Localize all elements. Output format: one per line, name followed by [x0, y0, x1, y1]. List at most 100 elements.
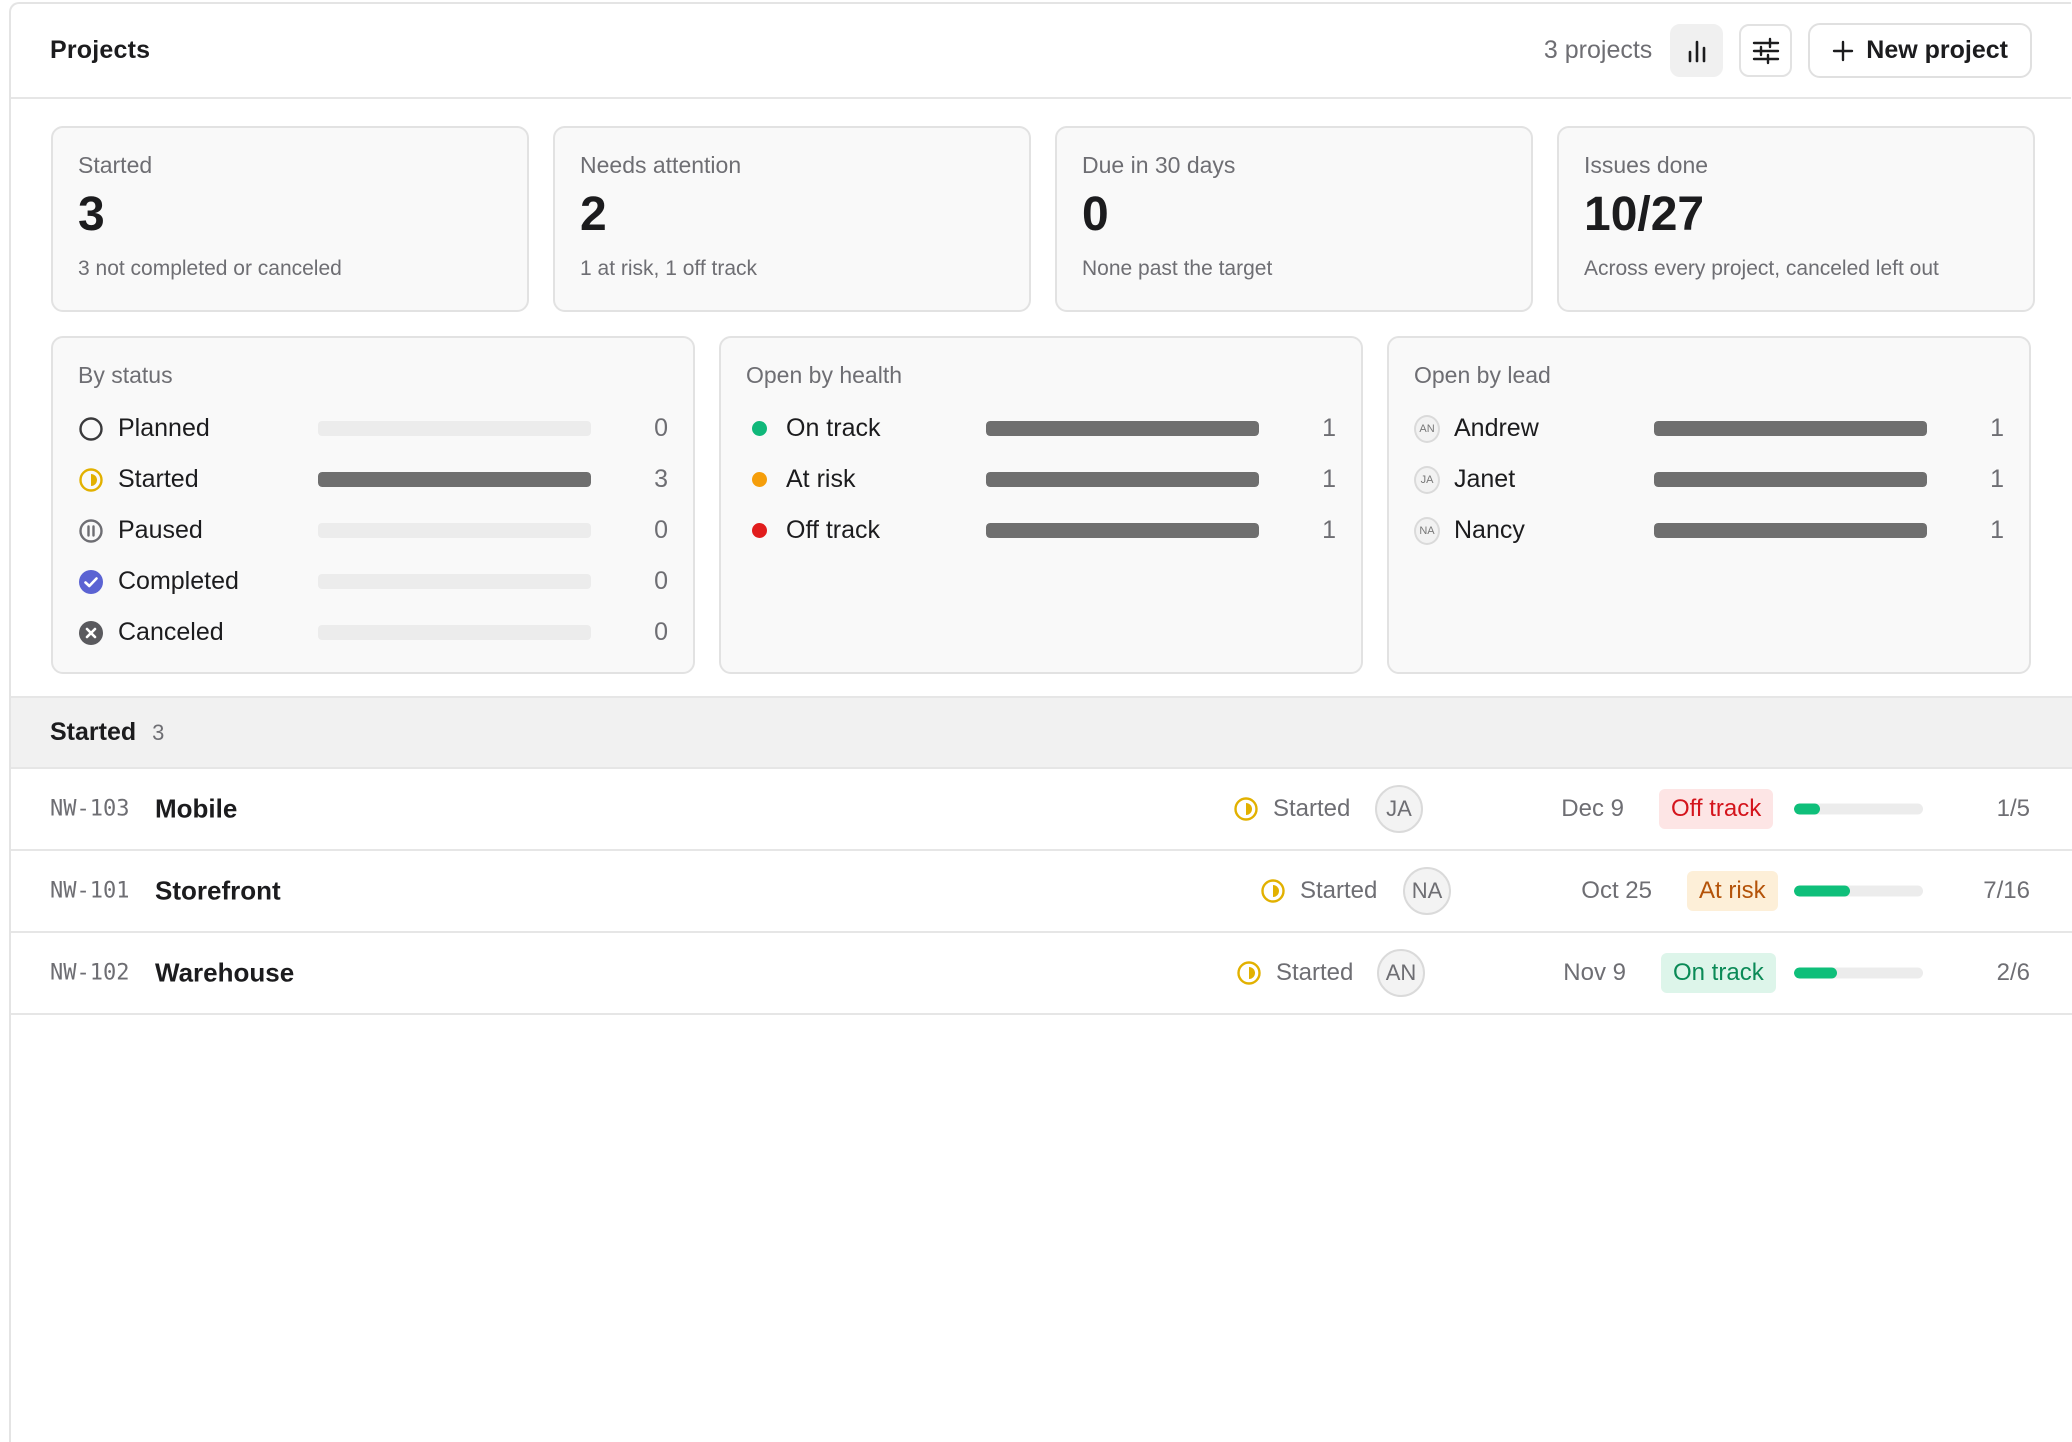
project-lead-avatar[interactable]: JA	[1375, 785, 1423, 833]
status-row-started: Started 3	[78, 454, 668, 505]
stat-card-started: Started 3 3 not completed or canceled	[51, 126, 529, 312]
lead-count: 1	[1990, 414, 2004, 442]
planned-icon	[78, 416, 104, 442]
project-name: Storefront	[155, 875, 281, 906]
lead-bar	[1654, 421, 1927, 436]
panel-label: By status	[78, 362, 173, 388]
status-name: Planned	[118, 414, 210, 442]
project-health-badge[interactable]: Off track	[1659, 789, 1774, 829]
health-name: Off track	[786, 516, 881, 544]
status-count: 0	[654, 567, 668, 595]
lead-name: Nancy	[1454, 516, 1525, 544]
project-status[interactable]: Started	[1233, 795, 1350, 823]
project-row[interactable]: NW-103 Mobile Started JA Dec 9 Off track…	[11, 769, 2072, 851]
project-list: NW-103 Mobile Started JA Dec 9 Off track…	[11, 769, 2072, 1015]
stat-cards: Started 3 3 not completed or canceled Ne…	[51, 126, 2035, 312]
by-lead-panel: Open by lead AN Andrew 1 JA Janet 1 NA N…	[1387, 336, 2031, 674]
status-row-canceled: Canceled 0	[78, 607, 668, 658]
project-status-label: Started	[1300, 877, 1378, 904]
stat-value: 3	[78, 188, 105, 241]
project-issues-done: 2/6	[1996, 959, 2030, 986]
health-row-at-risk: At risk 1	[746, 454, 1336, 505]
stat-label: Started	[78, 152, 153, 178]
by-status-panel: By status Planned 0 Started 3 Paused 0 C…	[51, 336, 695, 674]
status-row-completed: Completed 0	[78, 556, 668, 607]
project-status[interactable]: Started	[1260, 877, 1377, 905]
status-count: 0	[654, 414, 668, 442]
lead-avatar: JA	[1414, 465, 1440, 494]
new-project-label: New project	[1866, 36, 2008, 64]
project-id: NW-103	[50, 796, 130, 822]
lead-row-janet: JA Janet 1	[1414, 454, 2004, 505]
project-status[interactable]: Started	[1236, 959, 1353, 987]
project-issues-done: 7/16	[1983, 877, 2030, 904]
lead-name: Janet	[1454, 465, 1516, 493]
project-lead-avatar[interactable]: NA	[1403, 867, 1451, 915]
started-icon	[1261, 879, 1285, 903]
health-dot-icon	[746, 416, 772, 442]
health-count: 1	[1322, 465, 1336, 493]
health-count: 1	[1322, 414, 1336, 442]
insights-toggle-button[interactable]	[1670, 24, 1724, 77]
project-id: NW-101	[50, 878, 130, 904]
stat-value: 10/27	[1584, 188, 1705, 241]
project-progress-bar	[1794, 967, 1923, 979]
started-icon	[1237, 961, 1261, 985]
group-name: Started	[50, 718, 137, 746]
project-health-badge[interactable]: At risk	[1687, 871, 1778, 911]
health-bar	[986, 472, 1259, 487]
project-progress-bar	[1794, 885, 1923, 897]
stat-label: Due in 30 days	[1082, 152, 1236, 178]
health-name: On track	[786, 414, 881, 442]
canceled-icon	[78, 620, 104, 646]
health-name: At risk	[786, 465, 856, 493]
status-bar	[318, 472, 591, 487]
lead-avatar: NA	[1414, 516, 1440, 545]
status-name: Started	[118, 465, 199, 493]
lead-count: 1	[1990, 516, 2004, 544]
stat-card-needs-attention: Needs attention 2 1 at risk, 1 off track	[553, 126, 1031, 312]
bar-chart-icon	[1688, 40, 1706, 62]
project-progress-bar	[1794, 803, 1923, 815]
project-lead-avatar[interactable]: AN	[1377, 949, 1425, 997]
project-row[interactable]: NW-102 Warehouse Started AN Nov 9 On tra…	[11, 933, 2072, 1015]
lead-name: Andrew	[1454, 414, 1539, 442]
stat-card-due-30-days: Due in 30 days 0 None past the target	[1055, 126, 1533, 312]
health-dot-icon	[746, 467, 772, 493]
health-dot-icon	[746, 518, 772, 544]
header: Projects 3 projects New project	[11, 4, 2071, 99]
by-health-panel: Open by health On track 1 At risk 1 Off …	[719, 336, 1363, 674]
lead-row-andrew: AN Andrew 1	[1414, 403, 2004, 454]
status-bar	[318, 625, 591, 640]
project-target-date[interactable]: Nov 9	[1563, 959, 1626, 987]
paused-icon	[78, 518, 104, 544]
stat-subtext: Across every project, canceled left out	[1584, 256, 1939, 280]
project-count: 3 projects	[1543, 36, 1653, 64]
stat-value: 0	[1082, 188, 1109, 241]
stat-subtext: 3 not completed or canceled	[78, 256, 342, 280]
project-target-date[interactable]: Oct 25	[1581, 877, 1652, 905]
status-row-planned: Planned 0	[78, 403, 668, 454]
status-name: Paused	[118, 516, 203, 544]
project-target-date[interactable]: Dec 9	[1561, 795, 1624, 823]
lead-avatar: AN	[1414, 414, 1440, 443]
projects-window: Projects 3 projects New project Started …	[9, 2, 2072, 1442]
new-project-button[interactable]: New project	[1808, 23, 2032, 78]
group-header-started[interactable]: Started 3	[11, 696, 2072, 769]
project-row[interactable]: NW-101 Storefront Started NA Oct 25 At r…	[11, 851, 2072, 933]
status-name: Canceled	[118, 618, 224, 646]
status-bar	[318, 523, 591, 538]
health-bar	[986, 421, 1259, 436]
health-row-off-track: Off track 1	[746, 505, 1336, 556]
display-options-button[interactable]	[1739, 24, 1793, 77]
health-row-on-track: On track 1	[746, 403, 1336, 454]
status-bar	[318, 574, 591, 589]
project-id: NW-102	[50, 960, 130, 986]
panel-label: Open by lead	[1414, 362, 1551, 388]
project-health-badge[interactable]: On track	[1661, 953, 1776, 993]
group-count: 3	[152, 719, 165, 745]
stat-subtext: 1 at risk, 1 off track	[580, 256, 758, 280]
status-count: 3	[654, 465, 668, 493]
sliders-icon	[1752, 37, 1779, 64]
lead-bar	[1654, 523, 1927, 538]
